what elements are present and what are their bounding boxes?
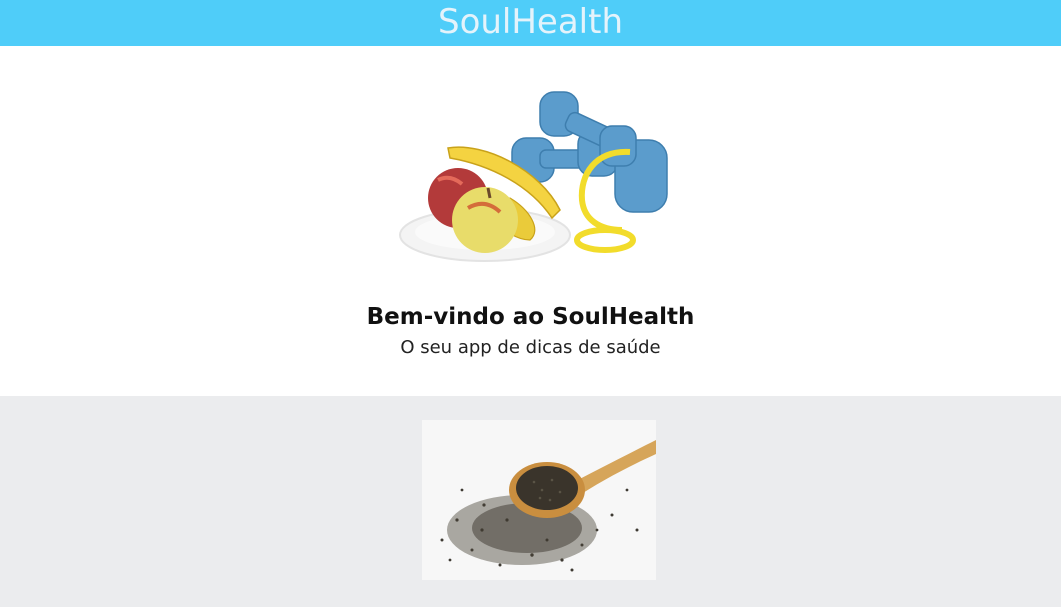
welcome-heading: Bem-vindo ao SoulHealth bbox=[366, 304, 695, 330]
tip-section bbox=[0, 396, 1061, 607]
chia-seeds-image bbox=[422, 420, 656, 580]
welcome-subtitle: O seu app de dicas de saúde bbox=[400, 337, 661, 358]
app-header: SoulHealth bbox=[0, 0, 1061, 46]
hero-section: Bem-vindo ao SoulHealth O seu app de dic… bbox=[0, 46, 1061, 396]
app-title: SoulHealth bbox=[437, 2, 624, 42]
fruits-dumbbells-image bbox=[399, 91, 668, 262]
